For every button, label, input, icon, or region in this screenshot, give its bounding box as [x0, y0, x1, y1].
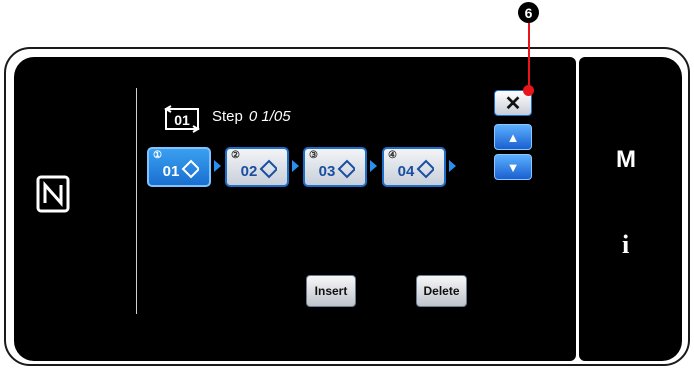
- step-label: Step: [212, 108, 243, 125]
- info-button[interactable]: i: [622, 230, 629, 260]
- svg-text:03: 03: [319, 163, 336, 180]
- step-repeat-icon: 01: [164, 105, 200, 133]
- step-button-2[interactable]: ② 02: [225, 147, 289, 187]
- svg-text:02: 02: [241, 163, 258, 180]
- next-arrow-icon: [370, 160, 377, 172]
- step-indicator: Step 0 1/05: [212, 108, 291, 125]
- svg-text:04: 04: [398, 163, 415, 180]
- step-code-icon: 02: [241, 159, 277, 180]
- callout-number: 6: [518, 2, 539, 23]
- delete-button[interactable]: Delete: [416, 275, 467, 307]
- insert-button[interactable]: Insert: [306, 275, 356, 307]
- callout-line: [528, 22, 530, 92]
- nfc-icon: [36, 175, 70, 213]
- mode-button[interactable]: M: [616, 146, 636, 174]
- next-arrow-icon: [214, 160, 221, 172]
- svg-text:01: 01: [163, 163, 180, 180]
- step-button-4[interactable]: ④ 04: [382, 147, 446, 187]
- step-code-icon: 04: [398, 159, 434, 180]
- step-count: 0 1/05: [248, 108, 291, 125]
- next-arrow-icon: [449, 160, 456, 172]
- step-code-icon: 01: [163, 159, 199, 180]
- divider: [136, 88, 137, 314]
- step-button-3[interactable]: ③ 03: [303, 147, 367, 187]
- svg-text:01: 01: [174, 112, 190, 128]
- step-button-1[interactable]: ① 01: [147, 147, 211, 187]
- main-screen: [14, 57, 576, 361]
- scroll-up-button[interactable]: ▲: [494, 124, 532, 150]
- scroll-down-button[interactable]: ▼: [494, 154, 532, 180]
- next-arrow-icon: [292, 160, 299, 172]
- step-code-icon: 03: [319, 159, 355, 180]
- callout-dot: [523, 85, 534, 96]
- side-screen: [579, 57, 682, 361]
